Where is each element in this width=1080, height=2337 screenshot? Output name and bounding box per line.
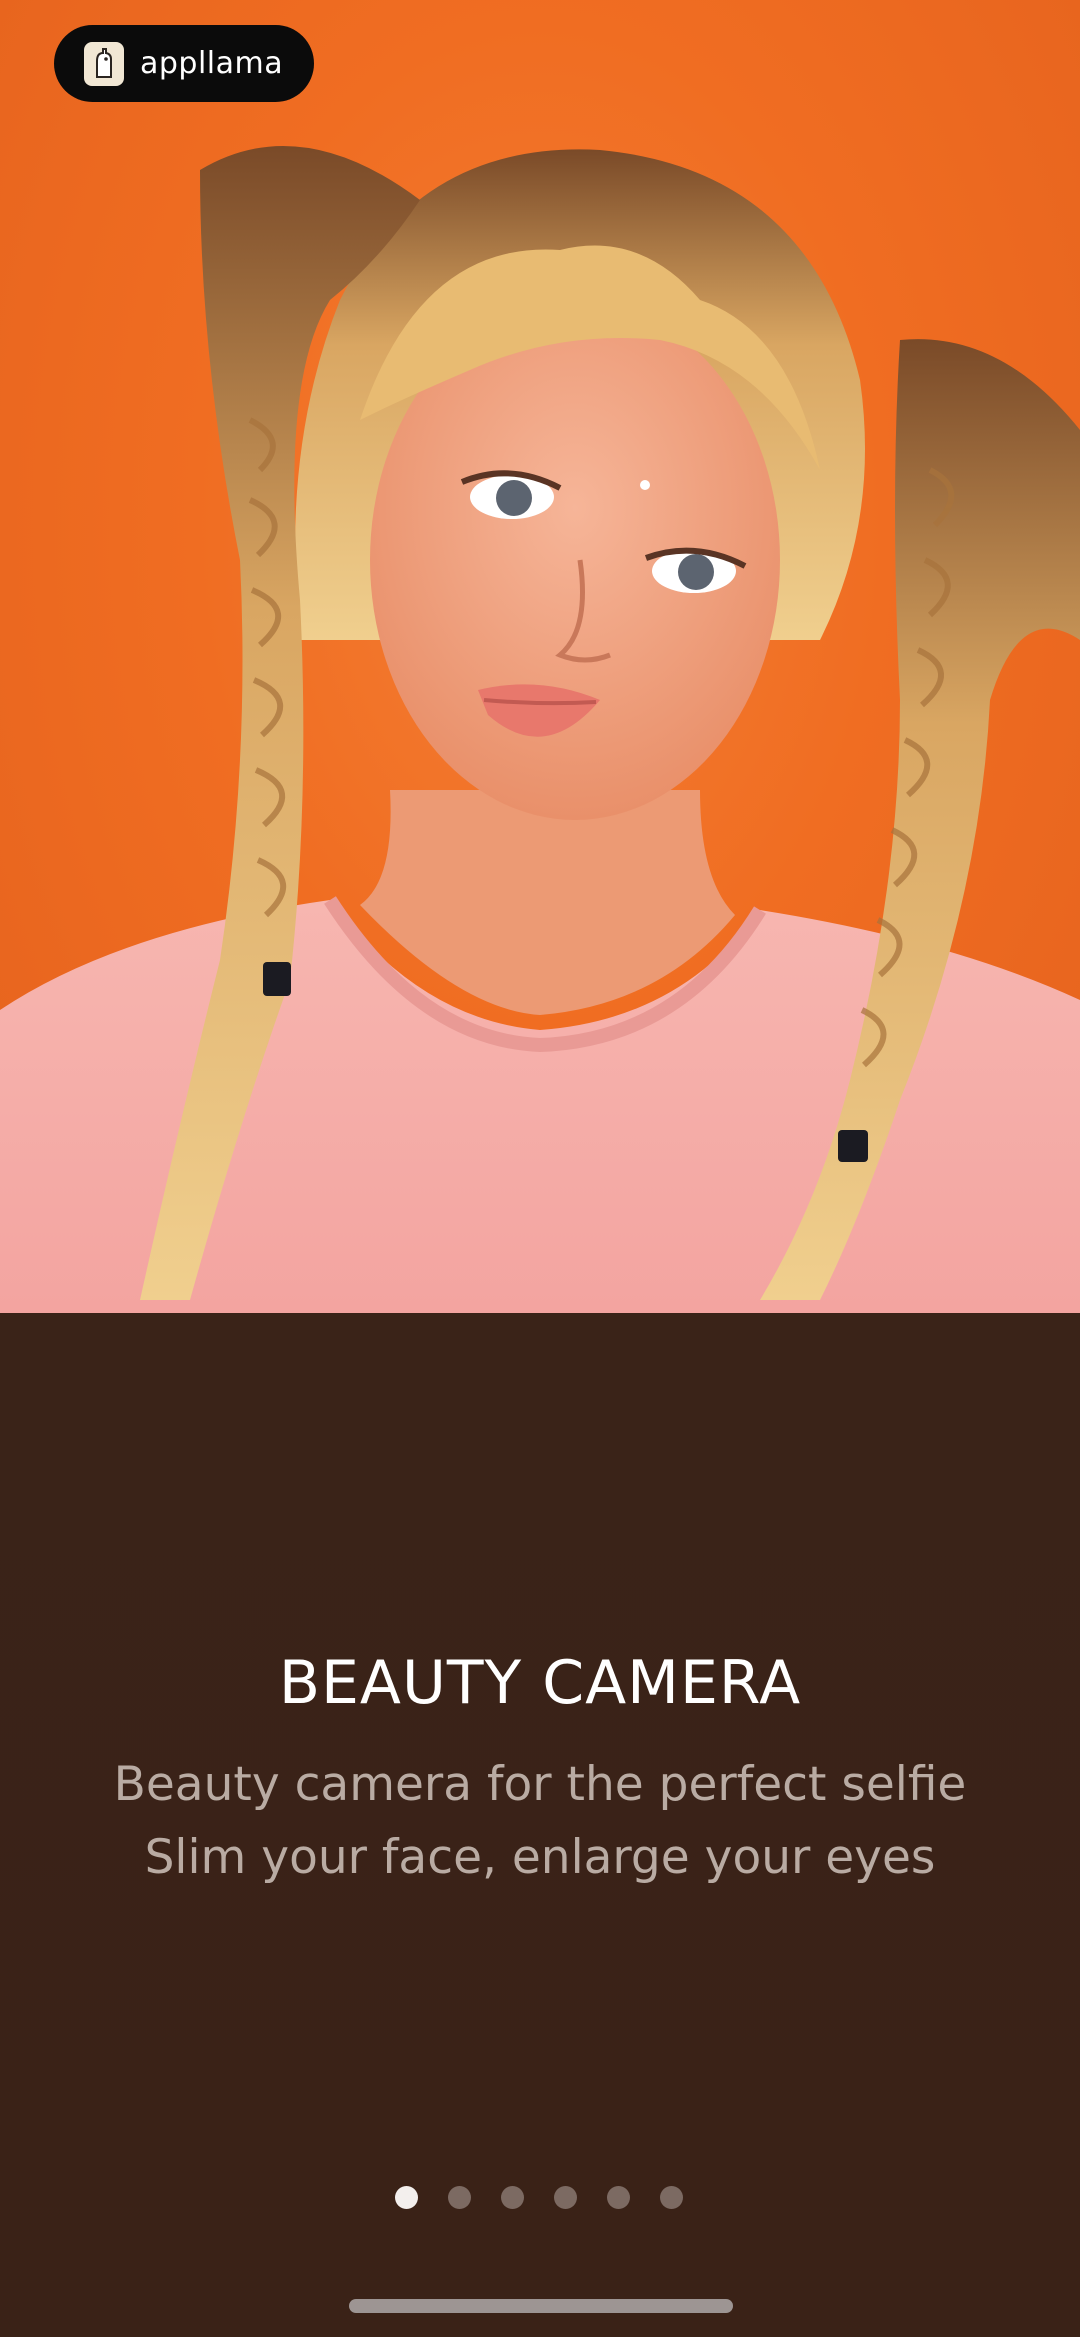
page-dot-3[interactable] <box>501 2186 524 2209</box>
brand-badge: appllama <box>54 25 314 102</box>
home-indicator[interactable] <box>349 2299 733 2313</box>
page-dot-1[interactable] <box>395 2186 418 2209</box>
hero-image <box>0 0 1080 1313</box>
feature-subtitle-line-1: Beauty camera for the perfect selfie <box>113 1757 967 1812</box>
llama-icon <box>84 41 124 86</box>
portrait-illustration <box>0 146 1080 1313</box>
page-dot-4[interactable] <box>554 2186 577 2209</box>
page-indicator[interactable] <box>395 2186 683 2209</box>
page-dot-2[interactable] <box>448 2186 471 2209</box>
feature-subtitle-line-2: Slim your face, enlarge your eyes <box>144 1830 936 1885</box>
brand-name: appllama <box>140 46 284 81</box>
page-dot-6[interactable] <box>660 2186 683 2209</box>
onboarding-screen: appllama BEAUTY CAMERA Beauty camera for… <box>0 0 1080 2337</box>
page-dot-5[interactable] <box>607 2186 630 2209</box>
feature-title: BEAUTY CAMERA <box>278 1648 802 1718</box>
